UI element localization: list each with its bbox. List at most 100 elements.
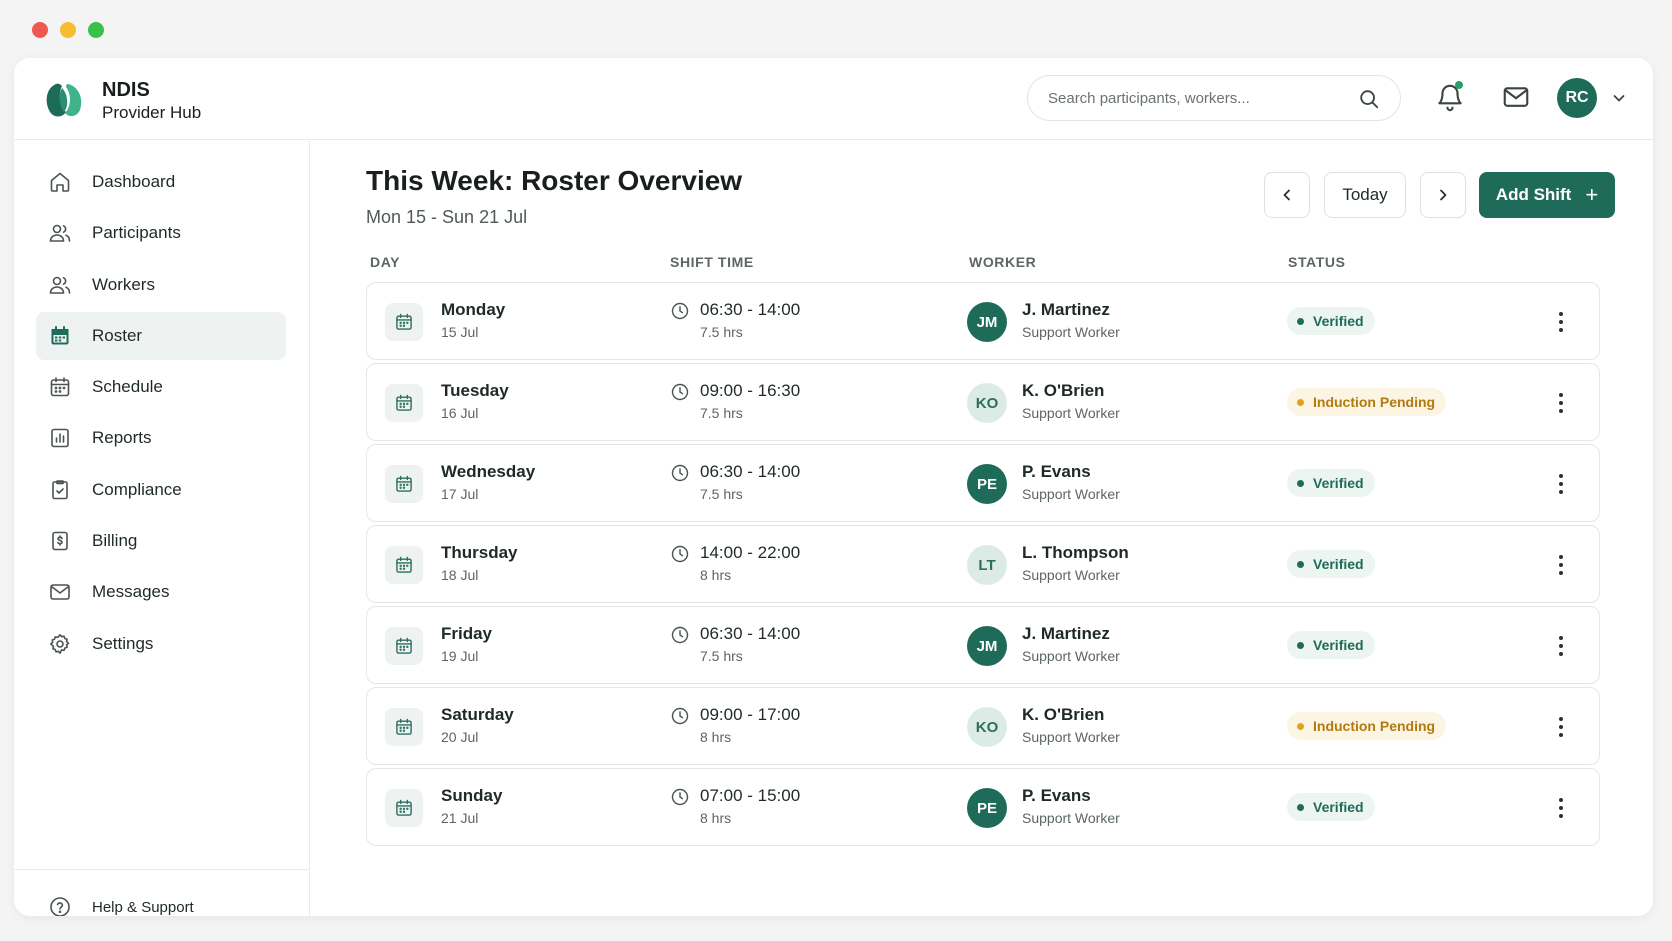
status-badge: Verified — [1287, 793, 1375, 821]
today-button[interactable]: Today — [1324, 172, 1406, 218]
search-input[interactable] — [1048, 76, 1348, 120]
roster-row[interactable]: Monday 15 Jul 06:30 - 14:00 7.5 hrs JM J. Mar… — [366, 282, 1600, 360]
more-options-icon[interactable] — [1549, 388, 1573, 418]
worker-name[interactable]: J. Martinez — [1022, 300, 1110, 320]
minimize-window-button[interactable] — [60, 22, 76, 38]
more-options-icon[interactable] — [1549, 712, 1573, 742]
clock-icon — [670, 625, 690, 645]
worker-role: Support Worker — [1022, 729, 1120, 745]
more-options-icon[interactable] — [1549, 550, 1573, 580]
bar-chart-icon — [51, 428, 69, 448]
worker-avatar: JM — [967, 626, 1007, 666]
worker-name[interactable]: K. O'Brien — [1022, 381, 1104, 401]
calendar-icon — [385, 789, 423, 827]
roster-row[interactable]: Thursday 18 Jul 14:00 - 22:00 8 hrs LT L. Tho… — [366, 525, 1600, 603]
calendar-icon — [50, 377, 70, 397]
worker-name[interactable]: J. Martinez — [1022, 624, 1110, 644]
brand-subtitle: Provider Hub — [102, 103, 202, 122]
app-window: NDIS Provider Hub RC Dashboard Particip — [14, 58, 1653, 916]
roster-row[interactable]: Wednesday 17 Jul 06:30 - 14:00 7.5 hrs PE P. … — [366, 444, 1600, 522]
worker-avatar: JM — [967, 302, 1007, 342]
shift-time: 06:30 - 14:00 — [700, 624, 801, 643]
sidebar-item-workers[interactable]: Workers — [36, 261, 286, 309]
add-shift-button[interactable]: Add Shift + — [1479, 172, 1615, 218]
more-options-icon[interactable] — [1549, 469, 1573, 499]
worker-role: Support Worker — [1022, 648, 1120, 664]
calendar-icon — [51, 326, 69, 345]
day-date: 16 Jul — [441, 405, 479, 421]
sidebar-item-participants[interactable]: Participants — [36, 209, 286, 257]
status-badge: Induction Pending — [1287, 388, 1447, 416]
calendar-icon — [385, 384, 423, 422]
help-support-link[interactable]: Help & Support — [36, 887, 194, 916]
calendar-icon — [385, 465, 423, 503]
next-week-button[interactable] — [1420, 172, 1466, 218]
day-name: Tuesday — [441, 381, 509, 400]
previous-week-button[interactable] — [1264, 172, 1310, 218]
gear-icon — [50, 634, 70, 654]
sidebar-item-schedule[interactable]: Schedule — [36, 363, 286, 411]
calendar-icon — [385, 627, 423, 665]
status-badge: Induction Pending — [1287, 712, 1447, 740]
status-dot — [1297, 560, 1304, 568]
status-dot — [1297, 398, 1304, 406]
day-date: 19 Jul — [441, 648, 479, 664]
worker-avatar: KO — [967, 383, 1007, 423]
shift-hours: 7.5 hrs — [700, 648, 743, 664]
more-options-icon[interactable] — [1549, 631, 1573, 661]
worker-name[interactable]: P. Evans — [1022, 462, 1091, 482]
status-label: Verified — [1313, 637, 1364, 653]
maximize-window-button[interactable] — [88, 22, 104, 38]
status-label: Induction Pending — [1313, 394, 1436, 410]
sidebar-item-messages[interactable]: Messages — [36, 568, 286, 616]
chevron-down-icon[interactable] — [1611, 90, 1627, 106]
roster-row[interactable]: Friday 19 Jul 06:30 - 14:00 7.5 hrs JM J. Mar… — [366, 606, 1600, 684]
sidebar-item-label: Messages — [92, 582, 170, 601]
status-dot — [1297, 317, 1304, 325]
worker-role: Support Worker — [1022, 810, 1120, 826]
status-dot — [1297, 479, 1304, 487]
page-title: This Week: Roster Overview — [366, 165, 743, 196]
roster-row[interactable]: Sunday 21 Jul 07:00 - 15:00 8 hrs PE P. Evans… — [366, 768, 1600, 846]
worker-role: Support Worker — [1022, 567, 1120, 583]
top-header: NDIS Provider Hub RC — [14, 58, 1653, 140]
more-options-icon[interactable] — [1549, 793, 1573, 823]
sidebar: Dashboard Participants Workers Roster Sc… — [14, 141, 310, 916]
add-shift-label: Add Shift — [1495, 185, 1572, 204]
sidebar-item-label: Compliance — [92, 480, 182, 499]
calendar-icon — [385, 303, 423, 341]
sidebar-item-compliance[interactable]: Compliance — [36, 466, 286, 514]
column-header-status: STATUS — [1288, 254, 1346, 270]
sidebar-item-label: Workers — [92, 275, 155, 294]
day-date: 18 Jul — [441, 567, 479, 583]
clock-icon — [670, 301, 690, 321]
search-bar — [1027, 75, 1401, 121]
mail-icon — [50, 584, 70, 600]
status-dot — [1297, 722, 1304, 730]
search-icon[interactable] — [1358, 88, 1380, 110]
close-window-button[interactable] — [32, 22, 48, 38]
dollar-file-icon — [52, 531, 68, 551]
status-badge: Verified — [1287, 631, 1375, 659]
status-badge: Verified — [1287, 550, 1375, 578]
shield-check-icon — [52, 480, 68, 500]
status-label: Induction Pending — [1313, 718, 1436, 734]
worker-name[interactable]: P. Evans — [1022, 786, 1091, 806]
shift-time: 09:00 - 17:00 — [700, 705, 801, 724]
sidebar-item-reports[interactable]: Reports — [36, 414, 286, 462]
chevron-left-icon — [1283, 189, 1290, 201]
sidebar-item-roster[interactable]: Roster — [36, 312, 286, 360]
sidebar-item-billing[interactable]: Billing — [36, 517, 286, 565]
sidebar-item-settings[interactable]: Settings — [36, 620, 286, 668]
roster-row[interactable]: Saturday 20 Jul 09:00 - 17:00 8 hrs KO K. O'B… — [366, 687, 1600, 765]
worker-name[interactable]: K. O'Brien — [1022, 705, 1104, 725]
roster-row[interactable]: Tuesday 16 Jul 09:00 - 16:30 7.5 hrs KO K. O'… — [366, 363, 1600, 441]
messages-mail-icon[interactable] — [1501, 82, 1531, 112]
worker-name[interactable]: L. Thompson — [1022, 543, 1129, 563]
more-options-icon[interactable] — [1549, 307, 1573, 337]
sidebar-item-dashboard[interactable]: Dashboard — [36, 158, 286, 206]
status-label: Verified — [1313, 313, 1364, 329]
brand[interactable]: NDIS Provider Hub — [102, 78, 201, 124]
user-avatar[interactable]: RC — [1557, 78, 1597, 118]
help-support-label: Help & Support — [92, 898, 194, 916]
